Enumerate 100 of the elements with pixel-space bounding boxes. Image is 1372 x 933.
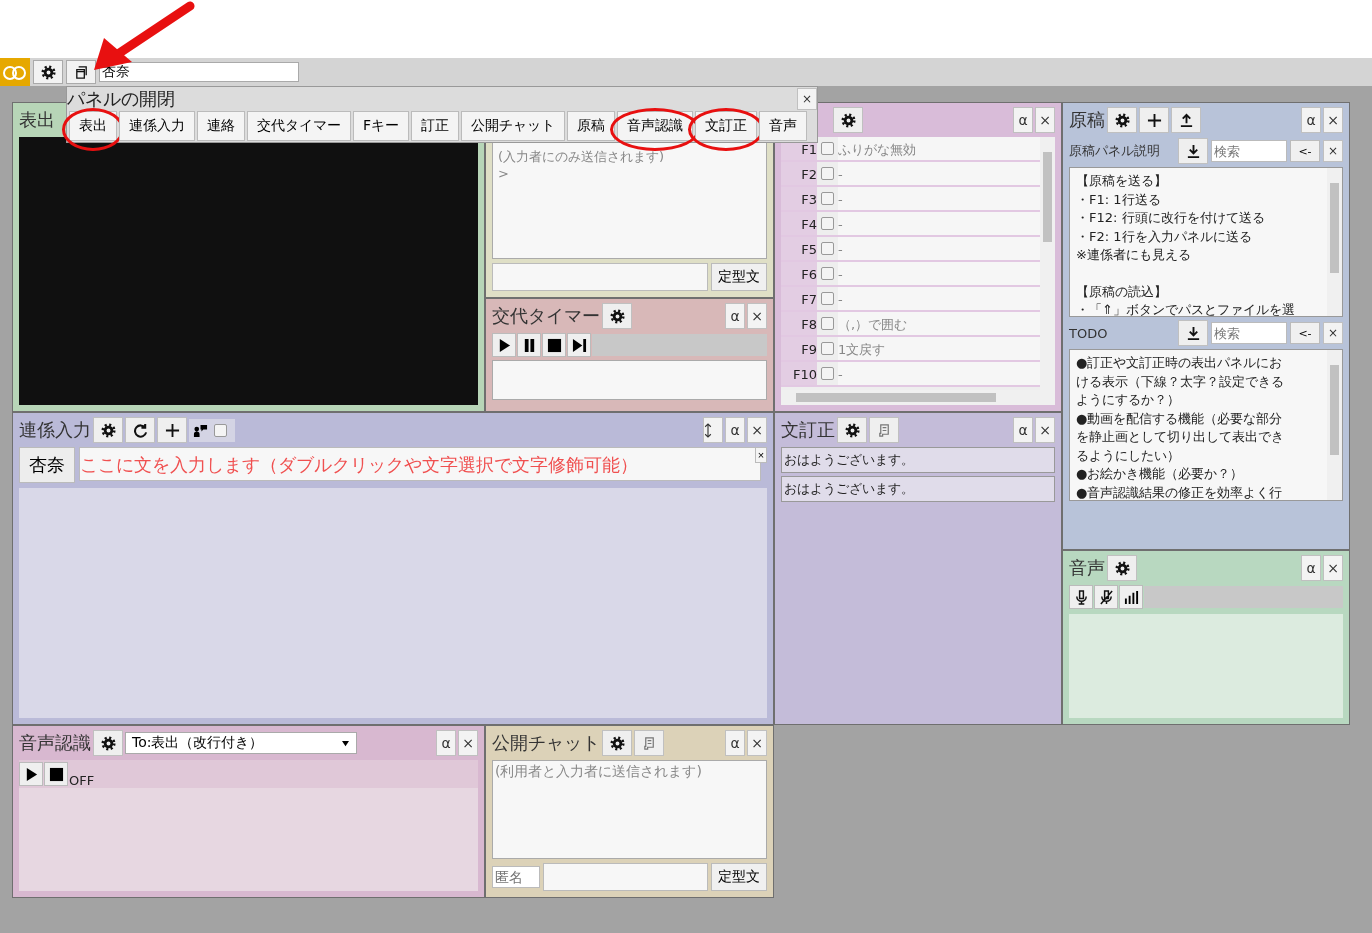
gear-icon xyxy=(609,308,625,324)
panel-toggle-button[interactable] xyxy=(66,60,96,84)
panel-toggle-item[interactable]: 公開チャット xyxy=(461,111,566,141)
skip-button[interactable] xyxy=(567,333,591,357)
checkbox[interactable] xyxy=(821,292,834,305)
panel-title: 連係入力 xyxy=(19,418,91,442)
panel-toggle-item[interactable]: Fキー xyxy=(353,111,410,141)
close-button[interactable]: × xyxy=(1323,322,1343,344)
play-button[interactable] xyxy=(492,333,516,357)
user-name-field[interactable]: 杏奈 xyxy=(99,62,299,82)
text-paragraph: ●訂正や文訂正時の表出パネルにお ける表示（下線？太字？設定できる ようにするか？） ●動画を配信する機能（必要な部分 を静止画として切り出して表出でき るようにしたい） ●お絵かき機能（必要か？） ●音声認識結果の修正を効率よく行 xyxy=(1076,354,1285,500)
settings-button[interactable] xyxy=(602,303,632,329)
checkbox[interactable] xyxy=(821,217,834,230)
close-button[interactable]: × xyxy=(797,88,817,110)
scrollbar[interactable] xyxy=(1327,168,1342,316)
panel-toggle-item[interactable]: 文訂正 xyxy=(695,111,758,141)
function-key-action[interactable]: 1文戻す xyxy=(838,337,1040,360)
template-button[interactable]: 定型文 xyxy=(711,863,767,891)
resize-button[interactable] xyxy=(703,417,723,443)
download-button[interactable] xyxy=(1178,320,1208,346)
transparency-button[interactable]: α xyxy=(1301,555,1321,581)
message-field[interactable] xyxy=(492,263,708,291)
close-button[interactable]: × xyxy=(458,730,478,756)
checkbox[interactable] xyxy=(821,267,834,280)
text-paragraph: 【原稿の読込】 ・「⇑」ボタンでパスとファイルを選 xyxy=(1076,282,1296,316)
checkbox[interactable] xyxy=(821,167,834,180)
panel-title: 表出 xyxy=(19,108,55,132)
function-key-label: F10 xyxy=(781,362,817,385)
checkbox[interactable] xyxy=(821,242,834,255)
panel-toggle-item[interactable]: 原稿 xyxy=(567,111,616,141)
signal-bars-icon xyxy=(1123,589,1139,605)
panel-toggle-item[interactable]: 表出 xyxy=(69,111,117,141)
download-button[interactable] xyxy=(1178,138,1208,164)
panel-toggle-item[interactable]: 訂正 xyxy=(411,111,460,141)
panel-toggle-item[interactable]: 連係入力 xyxy=(119,111,195,141)
panel-toggle-item[interactable]: 音声認識 xyxy=(617,111,694,141)
checkbox[interactable] xyxy=(821,342,834,355)
checkbox[interactable] xyxy=(821,317,834,330)
nickname-field[interactable]: 匿名 xyxy=(492,866,540,888)
function-key-label: F2 xyxy=(781,162,817,185)
upload-button[interactable] xyxy=(1171,107,1201,133)
add-button[interactable] xyxy=(157,417,187,443)
transparency-button[interactable]: α xyxy=(1013,417,1033,443)
close-button[interactable]: × xyxy=(747,730,767,756)
settings-button[interactable] xyxy=(1107,555,1137,581)
settings-button[interactable] xyxy=(1107,107,1137,133)
name-button[interactable]: 杏奈 xyxy=(19,447,75,483)
pause-button[interactable] xyxy=(517,333,541,357)
checkbox[interactable] xyxy=(821,142,834,155)
person-message-icon xyxy=(193,422,208,438)
back-button[interactable]: <- xyxy=(1290,322,1320,344)
refresh-button[interactable] xyxy=(125,417,155,443)
microphone-button[interactable] xyxy=(1069,585,1093,609)
settings-button[interactable] xyxy=(833,107,863,133)
transparency-button[interactable]: α xyxy=(725,730,745,756)
chat-text-area[interactable]: (利用者と入力者に送信されます) xyxy=(492,760,767,859)
settings-button[interactable] xyxy=(837,417,867,443)
checkbox[interactable] xyxy=(214,423,227,437)
panel-title: 音声認識 xyxy=(19,731,91,755)
settings-button[interactable] xyxy=(602,730,632,756)
template-button[interactable]: 定型文 xyxy=(711,263,767,291)
checkbox[interactable] xyxy=(821,192,834,205)
close-button[interactable]: × xyxy=(1035,417,1055,443)
settings-button[interactable] xyxy=(33,60,63,84)
stacked-windows-icon xyxy=(73,64,89,80)
panel-title: 音声 xyxy=(1069,556,1105,580)
add-button[interactable] xyxy=(1139,107,1169,133)
scrollbar[interactable] xyxy=(781,390,1055,405)
transparency-button[interactable]: α xyxy=(725,303,745,329)
back-button[interactable]: <- xyxy=(1290,140,1320,162)
panel-toggle-item[interactable]: 音声 xyxy=(759,111,808,141)
transparency-button[interactable]: α xyxy=(1301,107,1321,133)
close-button[interactable]: × xyxy=(1323,107,1343,133)
close-button[interactable]: × xyxy=(1035,107,1055,133)
checkbox[interactable] xyxy=(821,367,834,380)
settings-button[interactable] xyxy=(93,417,123,443)
panel-title: 交代タイマー xyxy=(492,304,600,328)
close-button[interactable]: × xyxy=(1323,140,1343,162)
close-button[interactable]: × xyxy=(1323,555,1343,581)
caret-icon xyxy=(341,739,350,747)
search-field[interactable]: 検索 xyxy=(1211,140,1287,162)
search-field[interactable]: 検索 xyxy=(1211,322,1287,344)
close-button[interactable]: × xyxy=(747,303,767,329)
panel-toggle-item[interactable]: 連絡 xyxy=(197,111,245,141)
level-button[interactable] xyxy=(1119,585,1143,609)
clear-button[interactable]: × xyxy=(755,447,767,463)
settings-button[interactable] xyxy=(93,730,123,756)
transparency-button[interactable]: α xyxy=(1013,107,1033,133)
play-button[interactable] xyxy=(19,762,43,786)
scrollbar[interactable] xyxy=(1327,350,1342,500)
panel-toggle-item[interactable]: 交代タイマー xyxy=(247,111,351,141)
stop-button[interactable] xyxy=(44,762,68,786)
transparency-button[interactable]: α xyxy=(436,730,456,756)
function-key-label: F9 xyxy=(781,337,817,360)
stop-button[interactable] xyxy=(542,333,566,357)
mute-button[interactable] xyxy=(1094,585,1118,609)
close-button[interactable]: × xyxy=(747,417,767,443)
message-field[interactable] xyxy=(543,863,708,891)
target-dropdown[interactable]: To:表出（改行付き） xyxy=(125,732,357,754)
transparency-button[interactable]: α xyxy=(725,417,745,443)
